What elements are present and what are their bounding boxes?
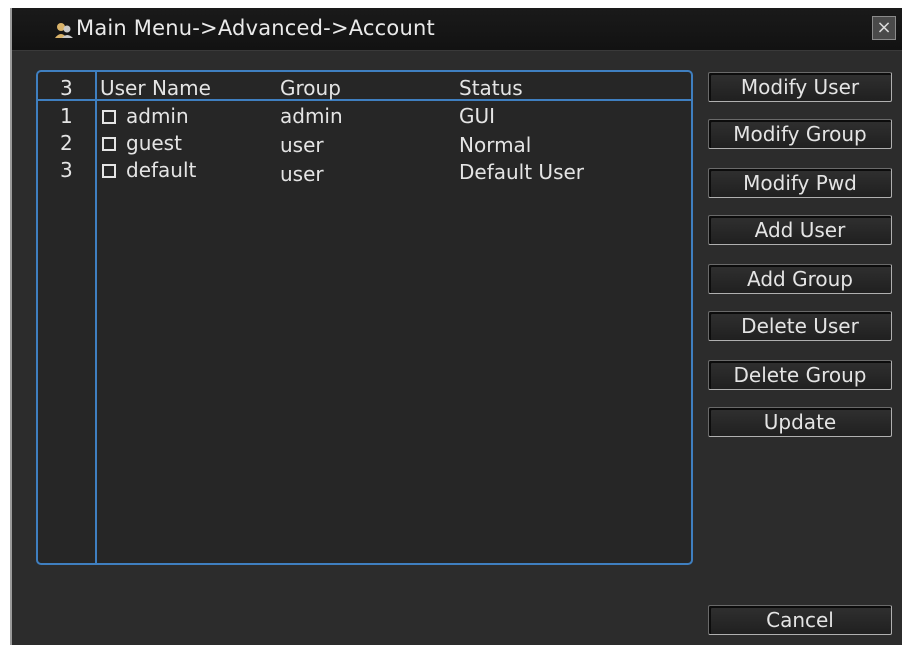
account-icon [55, 23, 73, 38]
close-button[interactable]: × [872, 16, 896, 40]
header-count: 3 [60, 76, 73, 100]
header-status: Status [459, 76, 523, 100]
row-status: Normal [459, 133, 532, 157]
row-index: 1 [60, 104, 73, 128]
row-user-name: guest [126, 131, 182, 155]
row-checkbox[interactable] [102, 137, 116, 151]
row-status: Default User [459, 160, 585, 184]
row-group: user [280, 162, 324, 186]
account-dialog: Main Menu->Advanced->Account × 3 User Na… [10, 8, 902, 645]
window-title: Main Menu->Advanced->Account [76, 16, 435, 40]
title-bar: Main Menu->Advanced->Account × [12, 8, 902, 51]
add-group-button[interactable]: Add Group [708, 264, 892, 294]
column-divider [95, 72, 97, 563]
row-group: user [280, 133, 324, 157]
cancel-button[interactable]: Cancel [708, 605, 892, 635]
modify-pwd-button[interactable]: Modify Pwd [708, 168, 892, 198]
row-checkbox[interactable] [102, 164, 116, 178]
delete-user-button[interactable]: Delete User [708, 311, 892, 341]
add-user-button[interactable]: Add User [708, 215, 892, 245]
row-index: 2 [60, 131, 73, 155]
modify-group-button[interactable]: Modify Group [708, 119, 892, 149]
user-list: 3 User Name Group Status 1 admin admin G… [36, 70, 693, 565]
header-user-name: User Name [100, 76, 211, 100]
row-index: 3 [60, 158, 73, 182]
row-user-name: default [126, 158, 197, 182]
header-group: Group [280, 76, 341, 100]
row-group: admin [280, 104, 343, 128]
row-checkbox[interactable] [102, 110, 116, 124]
modify-user-button[interactable]: Modify User [708, 72, 892, 102]
delete-group-button[interactable]: Delete Group [708, 360, 892, 390]
row-user-name: admin [126, 104, 189, 128]
row-status: GUI [459, 104, 496, 128]
update-button[interactable]: Update [708, 407, 892, 437]
